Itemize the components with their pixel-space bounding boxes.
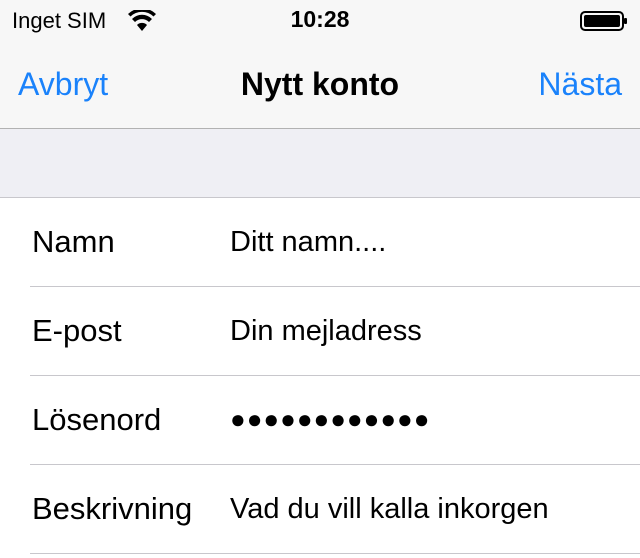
description-field[interactable]: Vad du vill kalla inkorgen	[230, 493, 549, 526]
next-button[interactable]: Nästa	[538, 66, 622, 103]
description-row[interactable]: Beskrivning Vad du vill kalla inkorgen	[0, 465, 640, 554]
password-row[interactable]: Lösenord ●●●●●●●●●●●●	[0, 376, 640, 465]
password-field[interactable]: ●●●●●●●●●●●●	[230, 404, 430, 435]
email-row[interactable]: E-post Din mejladress	[0, 287, 640, 376]
section-header	[0, 129, 640, 198]
navigation-bar: Avbryt Nytt konto Nästa	[0, 40, 640, 129]
name-label: Namn	[32, 224, 115, 259]
battery-icon	[580, 11, 628, 31]
status-bar: Inget SIM 10:28	[0, 0, 640, 40]
status-time: 10:28	[290, 6, 350, 32]
account-form: Namn Ditt namn.... E-post Din mejladress…	[0, 198, 640, 554]
email-field[interactable]: Din mejladress	[230, 315, 422, 348]
name-row[interactable]: Namn Ditt namn....	[0, 198, 640, 287]
email-label: E-post	[32, 313, 122, 348]
name-field[interactable]: Ditt namn....	[230, 226, 386, 259]
password-label: Lösenord	[32, 402, 162, 437]
description-label: Beskrivning	[32, 491, 193, 526]
